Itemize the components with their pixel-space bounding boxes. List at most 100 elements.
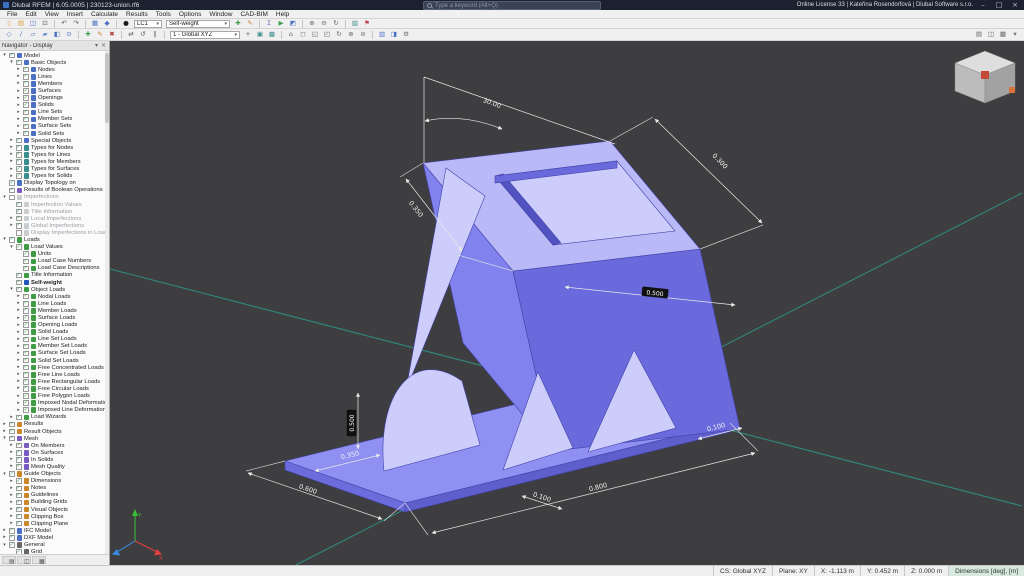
tree-item[interactable]: ▾✓General xyxy=(0,541,109,548)
tree-checkbox[interactable]: ✓ xyxy=(9,237,15,243)
tree-item[interactable]: ✓Display Topology on xyxy=(0,180,109,187)
tree-item[interactable]: ▸✓Results xyxy=(0,421,109,428)
tree-item[interactable]: ▸✓Nodal Loads xyxy=(0,293,109,300)
tree-checkbox[interactable]: ✓ xyxy=(16,521,22,527)
tree-item[interactable]: ▾✓Basic Objects xyxy=(0,59,109,66)
clipping-plane-button[interactable]: ⊘ xyxy=(358,30,368,39)
tree-checkbox[interactable]: ✓ xyxy=(23,337,29,343)
navigator-tab-views[interactable]: ▦ xyxy=(32,556,46,564)
tree-checkbox[interactable]: ✓ xyxy=(16,145,22,151)
tree-checkbox[interactable]: ✓ xyxy=(16,478,22,484)
tree-checkbox[interactable]: ✓ xyxy=(16,244,22,250)
tree-expand-icon[interactable]: ▸ xyxy=(16,300,21,307)
tree-checkbox[interactable]: ✓ xyxy=(16,202,22,208)
menu-insert[interactable]: Insert xyxy=(63,10,87,19)
tree-expand-icon[interactable]: ▸ xyxy=(9,151,14,158)
tree-expand-icon[interactable]: ▸ xyxy=(9,463,14,470)
tree-checkbox[interactable]: ✓ xyxy=(23,308,29,314)
tree-checkbox[interactable]: ✓ xyxy=(23,124,29,130)
view-in-y-button[interactable]: ◱ xyxy=(310,30,320,39)
delete-object-button[interactable]: ✖ xyxy=(107,30,117,39)
load-case-name-combo[interactable]: Self-weight▾ xyxy=(166,20,230,28)
tree-item[interactable]: ▸✓Clipping Box xyxy=(0,513,109,520)
navigator-close-icon[interactable]: × xyxy=(100,42,107,49)
tree-expand-icon[interactable]: ▸ xyxy=(2,428,7,435)
tree-item[interactable]: ▸✓Opening Loads xyxy=(0,322,109,329)
tree-expand-icon[interactable]: ▾ xyxy=(2,236,7,243)
maximize-button[interactable]: □ xyxy=(993,0,1005,10)
tree-item[interactable]: ▸✓Openings xyxy=(0,95,109,102)
menu-window[interactable]: Window xyxy=(205,10,236,19)
menu-view[interactable]: View xyxy=(41,10,63,19)
tree-item[interactable]: ▸✓Solid Loads xyxy=(0,329,109,336)
tree-item[interactable]: ▾✓Model xyxy=(0,52,109,59)
tree-item[interactable]: ▸✓Free Polygon Loads xyxy=(0,393,109,400)
open-model-button[interactable]: ▤ xyxy=(16,19,26,28)
tree-item[interactable]: ✓Grid xyxy=(0,549,109,554)
tree-checkbox[interactable]: ✓ xyxy=(9,180,15,186)
menu-help[interactable]: Help xyxy=(272,10,293,19)
tree-expand-icon[interactable]: ▾ xyxy=(9,244,14,251)
tree-item[interactable]: ✓Units xyxy=(0,251,109,258)
close-button[interactable]: × xyxy=(1009,0,1021,10)
edit-load-case-button[interactable]: ✎ xyxy=(245,19,255,28)
rotate-view-button[interactable]: ↻ xyxy=(334,30,344,39)
tree-expand-icon[interactable]: ▸ xyxy=(9,449,14,456)
load-case-combo[interactable]: LC1▾ xyxy=(134,20,162,28)
cube-corner-marker[interactable] xyxy=(981,71,989,79)
tree-checkbox[interactable]: ✓ xyxy=(23,117,29,123)
tree-checkbox[interactable]: ✓ xyxy=(9,429,15,435)
tree-checkbox[interactable]: ✓ xyxy=(9,471,15,477)
grid-settings-button[interactable]: ▩ xyxy=(267,30,277,39)
tree-checkbox[interactable]: ✓ xyxy=(23,315,29,321)
tree-expand-icon[interactable]: ▾ xyxy=(2,435,7,442)
tree-checkbox[interactable]: ✓ xyxy=(16,60,22,66)
menu-cad-bim[interactable]: CAD-BIM xyxy=(236,10,271,19)
panel-toggle-1-button[interactable]: ▤ xyxy=(974,30,984,39)
tree-item[interactable]: ▸✓Local Imperfections xyxy=(0,215,109,222)
show-results-button[interactable]: ◩ xyxy=(288,19,298,28)
tree-item[interactable]: ▸✓Building Grids xyxy=(0,499,109,506)
tree-checkbox[interactable]: ✓ xyxy=(23,74,29,80)
tree-expand-icon[interactable]: ▸ xyxy=(16,329,21,336)
tree-item[interactable]: ▸✓Surface Sets xyxy=(0,123,109,130)
visibility-by-window-button[interactable]: ▥ xyxy=(377,30,387,39)
tree-item[interactable]: ▸✓Result Objects xyxy=(0,428,109,435)
tree-checkbox[interactable]: ✓ xyxy=(16,464,22,470)
minimize-button[interactable]: – xyxy=(977,0,989,10)
tree-item[interactable]: ▸✓Types for Nodes xyxy=(0,144,109,151)
tree-item[interactable]: ▸✓On Surfaces xyxy=(0,449,109,456)
tree-expand-icon[interactable]: ▸ xyxy=(9,158,14,165)
new-load-case-button[interactable]: ✚ xyxy=(233,19,243,28)
tree-checkbox[interactable]: ✓ xyxy=(16,138,22,144)
panel-toggle-3-button[interactable]: ▦ xyxy=(998,30,1008,39)
tree-expand-icon[interactable]: ▸ xyxy=(9,144,14,151)
tree-checkbox[interactable]: ✓ xyxy=(16,486,22,492)
insert-line-button[interactable]: ∕ xyxy=(16,30,26,39)
panel-more-button[interactable]: ▾ xyxy=(1010,30,1020,39)
tree-checkbox[interactable]: ✓ xyxy=(23,251,29,257)
menu-file[interactable]: File xyxy=(3,10,21,19)
zoom-in-button[interactable]: ⊕ xyxy=(307,19,317,28)
tree-item[interactable]: ▸✓Solid Set Loads xyxy=(0,357,109,364)
tree-item[interactable]: ▸✓Types for Solids xyxy=(0,173,109,180)
tree-checkbox[interactable]: ✓ xyxy=(16,273,22,279)
calculate-all-button[interactable]: Σ xyxy=(264,19,274,28)
tree-item[interactable]: ▸✓Free Circular Loads xyxy=(0,385,109,392)
tree-item[interactable]: ▸✓On Members xyxy=(0,442,109,449)
tree-checkbox[interactable]: ✓ xyxy=(9,542,15,548)
tree-item[interactable]: ▾✓Mesh xyxy=(0,435,109,442)
tree-item[interactable]: ▸✓Lines xyxy=(0,73,109,80)
tree-item[interactable]: ▸✓Clipping Plane xyxy=(0,520,109,527)
tree-checkbox[interactable]: ✓ xyxy=(16,209,22,215)
tree-expand-icon[interactable]: ▸ xyxy=(16,336,21,343)
tree-expand-icon[interactable]: ▸ xyxy=(9,137,14,144)
navigator-dock-icon[interactable]: ▾ xyxy=(93,42,100,49)
tree-checkbox[interactable]: ✓ xyxy=(16,457,22,463)
mirror-button[interactable]: ∥ xyxy=(150,30,160,39)
tree-expand-icon[interactable]: ▸ xyxy=(2,527,7,534)
tree-item[interactable]: ▸✓Types for Members xyxy=(0,158,109,165)
tree-item[interactable]: ▸✓Types for Surfaces xyxy=(0,166,109,173)
tree-expand-icon[interactable]: ▸ xyxy=(9,173,14,180)
tree-checkbox[interactable]: ✓ xyxy=(23,110,29,116)
